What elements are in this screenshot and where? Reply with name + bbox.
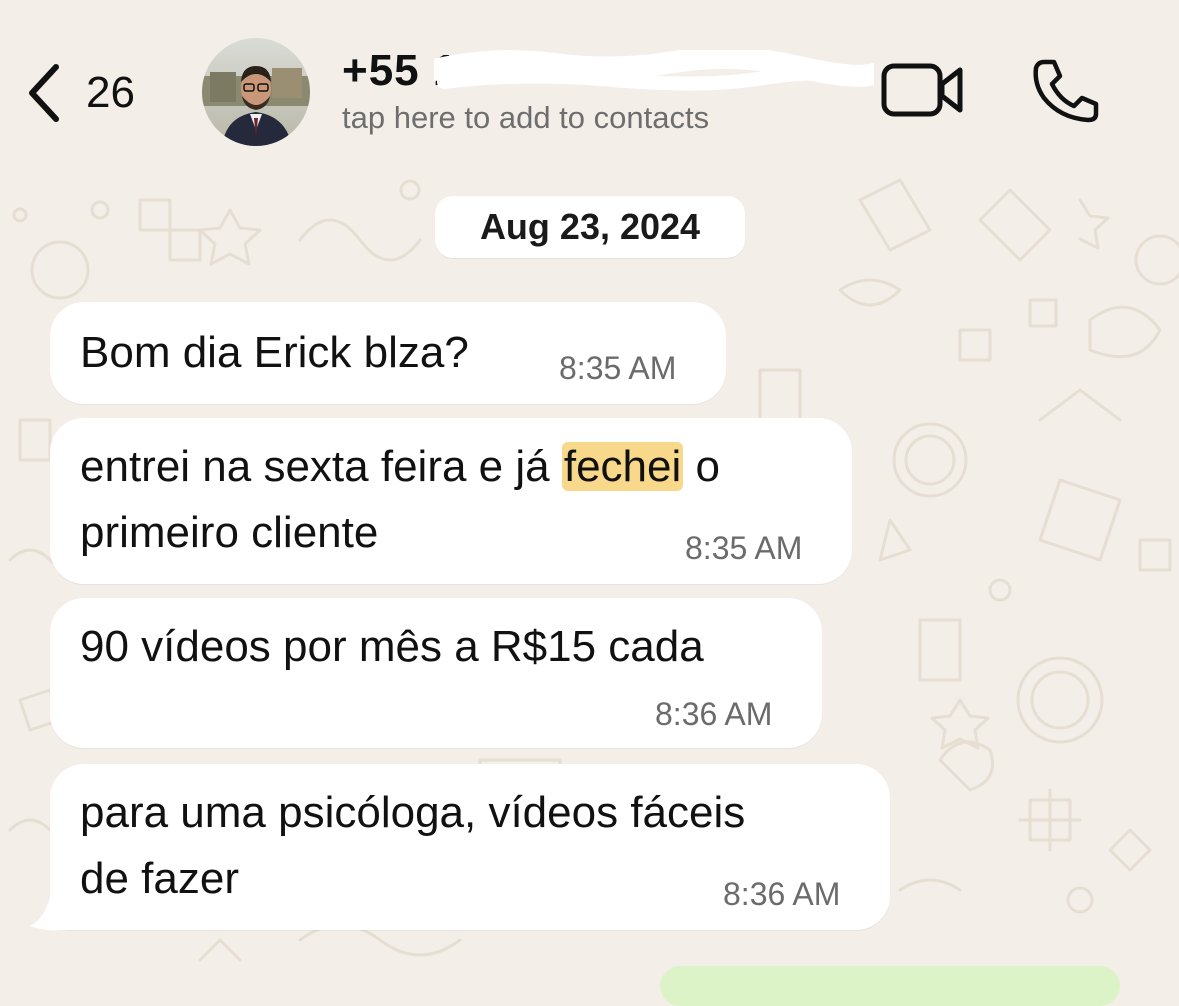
contact-info[interactable]: +55 12 tap here to add to contacts [342,46,874,136]
chevron-left-icon [29,64,59,122]
message-timestamp: 8:35 AM [559,350,677,386]
video-call-button[interactable] [880,60,966,125]
incoming-message[interactable]: para uma psicóloga, vídeos fáceis de faz… [50,764,890,930]
unread-count: 26 [86,68,135,117]
message-text: 90 vídeos por mês a R$15 cada [80,622,704,671]
message-timestamp: 8:36 AM [655,696,773,732]
incoming-message[interactable]: Bom dia Erick blza? 8:35 AM [50,302,726,404]
message-timestamp: 8:35 AM [685,530,803,566]
back-button[interactable]: 26 [24,58,135,128]
chat-header: 26 +55 12 tap here to add to contacts [0,0,1179,160]
video-camera-icon [881,63,963,117]
message-text: para uma psicóloga, vídeos fáceis de faz… [80,788,746,903]
redaction-scribble [434,50,874,91]
outgoing-message-partial[interactable] [660,966,1120,1006]
incoming-message[interactable]: entrei na sexta feira e já fechei o prim… [50,418,852,584]
search-highlight: fechei [561,442,684,491]
phone-icon [1033,59,1099,123]
add-to-contacts-hint: tap here to add to contacts [342,100,710,135]
avatar[interactable] [202,38,310,146]
bubble-tail [30,890,68,931]
incoming-message[interactable]: 90 vídeos por mês a R$15 cada 8:36 AM [50,598,822,748]
date-separator: Aug 23, 2024 [435,196,745,258]
voice-call-button[interactable] [1030,58,1100,129]
contact-phone-number: +55 12 [342,46,874,96]
message-timestamp: 8:36 AM [723,876,841,912]
message-text: Bom dia Erick blza? [80,328,469,377]
message-text: entrei na sexta feira e já fechei o prim… [80,442,720,557]
